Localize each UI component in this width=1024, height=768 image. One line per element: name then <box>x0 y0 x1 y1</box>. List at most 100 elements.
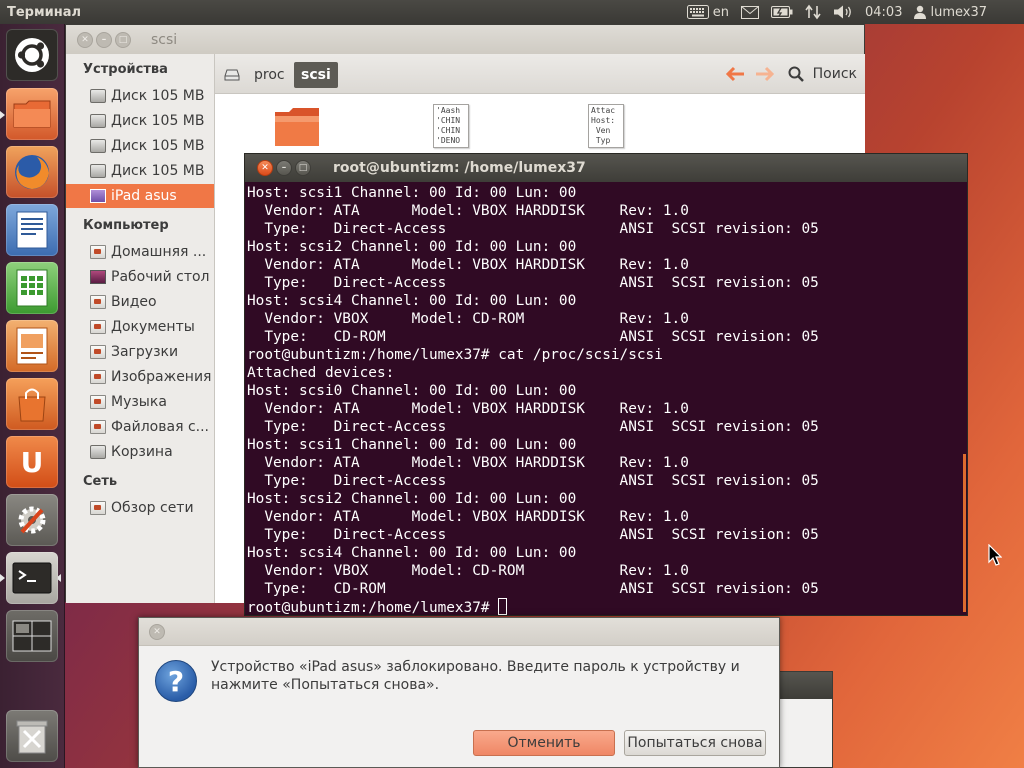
speaker-icon <box>834 5 851 19</box>
close-window-button[interactable]: ✕ <box>257 160 273 176</box>
cancel-button[interactable]: Отменить <box>473 730 615 756</box>
network-indicator[interactable] <box>799 0 827 24</box>
sidebar-item-label: Загрузки <box>111 344 179 360</box>
breadcrumb-proc[interactable]: proc <box>247 62 292 88</box>
terminal-prompt-line: root@ubuntizm:/home/lumex37# <box>247 598 963 616</box>
launcher-terminal-button[interactable] <box>6 552 58 604</box>
sidebar-item-home[interactable]: Домашняя ... <box>66 240 214 264</box>
launcher-impress-button[interactable] <box>6 320 58 372</box>
sidebar-item-label: Видео <box>111 294 157 310</box>
sidebar-item-disk[interactable]: Диск 105 MB <box>66 109 214 133</box>
sidebar-item-filesystem[interactable]: Файловая с... <box>66 415 214 439</box>
sidebar-item-label: Музыка <box>111 394 167 410</box>
settings-gear-icon <box>18 506 46 534</box>
terminal-line: Type: Direct-Access ANSI SCSI revision: … <box>247 275 819 291</box>
file-manager-titlebar[interactable]: ✕ – □ scsi <box>66 25 864 54</box>
indicator-area: en 04:03 lumex37 <box>681 0 1024 24</box>
network-header: Сеть <box>83 474 118 489</box>
launcher-firefox-button[interactable] <box>6 146 58 198</box>
terminal-line: Vendor: ATA Model: VBOX HARDDISK Rev: 1.… <box>247 509 689 525</box>
maximize-window-button[interactable]: □ <box>115 31 131 48</box>
sidebar-item-disk[interactable]: Диск 105 MB <box>66 134 214 158</box>
terminal-icon <box>12 562 52 594</box>
terminal-line: Host: scsi4 Channel: 00 Id: 00 Lun: 00 <box>247 293 577 309</box>
text-file-icon[interactable]: 'Aash 'CHIN 'CHIN 'DENO <box>433 104 469 148</box>
terminal-line: Vendor: ATA Model: VBOX HARDDISK Rev: 1.… <box>247 257 689 273</box>
retry-button[interactable]: Попытаться снова <box>624 730 766 756</box>
terminal-line: Host: scsi2 Channel: 00 Id: 00 Lun: 00 <box>247 491 577 507</box>
keyboard-indicator[interactable]: en <box>681 0 735 24</box>
forward-arrow-icon[interactable] <box>755 66 775 82</box>
drive-icon <box>224 69 240 81</box>
terminal-window: ✕ – □ root@ubuntizm: /home/lumex37 Host:… <box>244 153 968 616</box>
search-button-label[interactable]: Поиск <box>813 66 857 82</box>
battery-indicator[interactable] <box>765 0 799 24</box>
sidebar-item-browse-network[interactable]: Обзор сети <box>66 496 214 520</box>
sidebar-item-pictures[interactable]: Изображения <box>66 365 214 389</box>
workspaces-icon <box>12 620 52 652</box>
maximize-window-button[interactable]: □ <box>295 160 311 176</box>
shopping-bag-icon <box>18 388 46 422</box>
terminal-line: Host: scsi0 Channel: 00 Id: 00 Lun: 00 <box>247 383 577 399</box>
sidebar-item-label: Диск 105 MB <box>111 113 205 129</box>
terminal-output[interactable]: Host: scsi1 Channel: 00 Id: 00 Lun: 00 V… <box>247 184 963 616</box>
drive-breadcrumb-button[interactable] <box>221 63 243 87</box>
sidebar-item-desktop[interactable]: Рабочий стол <box>66 265 214 289</box>
launcher-trash-button[interactable] <box>6 710 58 762</box>
sidebar-item-documents[interactable]: Документы <box>66 315 214 339</box>
breadcrumb-scsi[interactable]: scsi <box>294 62 338 88</box>
file-preview-text: 'Aash 'CHIN 'CHIN 'DENO <box>436 106 461 145</box>
home-folder-icon <box>90 245 106 259</box>
minimize-window-button[interactable]: – <box>276 160 292 176</box>
sidebar-item-label: Домашняя ... <box>111 244 207 260</box>
active-app-title: Терминал <box>7 4 82 20</box>
sound-indicator[interactable] <box>827 0 859 24</box>
launcher-workspace-switcher-button[interactable] <box>6 610 58 662</box>
user-indicator[interactable]: lumex37 <box>908 0 1024 24</box>
launcher-calc-button[interactable] <box>6 262 58 314</box>
text-file-icon[interactable]: Attac Host: Ven Typ <box>588 104 624 148</box>
sidebar-item-music[interactable]: Музыка <box>66 390 214 414</box>
sidebar-item-disk[interactable]: Диск 105 MB <box>66 84 214 108</box>
mouse-pointer-icon <box>988 544 1002 566</box>
keyboard-layout-label: en <box>712 4 729 20</box>
launcher-software-center-button[interactable] <box>6 378 58 430</box>
launcher-files-button[interactable] <box>6 88 58 140</box>
launcher-dash-button[interactable] <box>6 29 58 81</box>
sidebar-item-trash[interactable]: Корзина <box>66 440 214 464</box>
messaging-indicator[interactable] <box>735 0 765 24</box>
launcher-ubuntu-one-button[interactable]: U <box>6 436 58 488</box>
terminal-line: Type: Direct-Access ANSI SCSI revision: … <box>247 473 819 489</box>
sidebar-item-disk[interactable]: Диск 105 MB <box>66 159 214 183</box>
close-window-button[interactable]: ✕ <box>77 31 93 48</box>
sidebar-item-ipad[interactable]: iPad asus <box>66 184 214 208</box>
devices-header: Устройства <box>83 62 168 77</box>
presentation-icon <box>16 327 48 365</box>
sidebar-item-videos[interactable]: Видео <box>66 290 214 314</box>
terminal-titlebar[interactable]: ✕ – □ root@ubuntizm: /home/lumex37 <box>245 154 967 182</box>
minimize-window-button[interactable]: – <box>96 31 112 48</box>
terminal-scrollbar[interactable] <box>963 454 966 612</box>
terminal-line: Vendor: ATA Model: VBOX HARDDISK Rev: 1.… <box>247 203 689 219</box>
clock-indicator[interactable]: 04:03 <box>859 0 908 24</box>
back-arrow-icon[interactable] <box>725 66 745 82</box>
pictures-folder-icon <box>90 370 106 384</box>
search-icon[interactable] <box>788 66 804 82</box>
dialog-message: Устройство «iPad asus» заблокировано. Вв… <box>211 659 740 693</box>
network-arrows-icon <box>805 4 821 20</box>
device-locked-dialog: ✕ ? Устройство «iPad asus» заблокировано… <box>138 617 780 768</box>
launcher-system-settings-button[interactable] <box>6 494 58 546</box>
folder-icon[interactable] <box>273 104 321 148</box>
sidebar-item-downloads[interactable]: Загрузки <box>66 340 214 364</box>
close-dialog-button[interactable]: ✕ <box>149 623 165 640</box>
videos-folder-icon <box>90 295 106 309</box>
sidebar-item-label: Диск 105 MB <box>111 88 205 104</box>
clock-time: 04:03 <box>865 4 903 20</box>
hard-disk-icon <box>90 89 106 103</box>
terminal-line: Type: Direct-Access ANSI SCSI revision: … <box>247 221 819 237</box>
launcher-writer-button[interactable] <box>6 204 58 256</box>
terminal-line: Vendor: ATA Model: VBOX HARDDISK Rev: 1.… <box>247 401 689 417</box>
sidebar-item-label: Диск 105 MB <box>111 138 205 154</box>
dialog-titlebar[interactable]: ✕ <box>139 618 779 646</box>
terminal-cursor <box>498 598 508 615</box>
